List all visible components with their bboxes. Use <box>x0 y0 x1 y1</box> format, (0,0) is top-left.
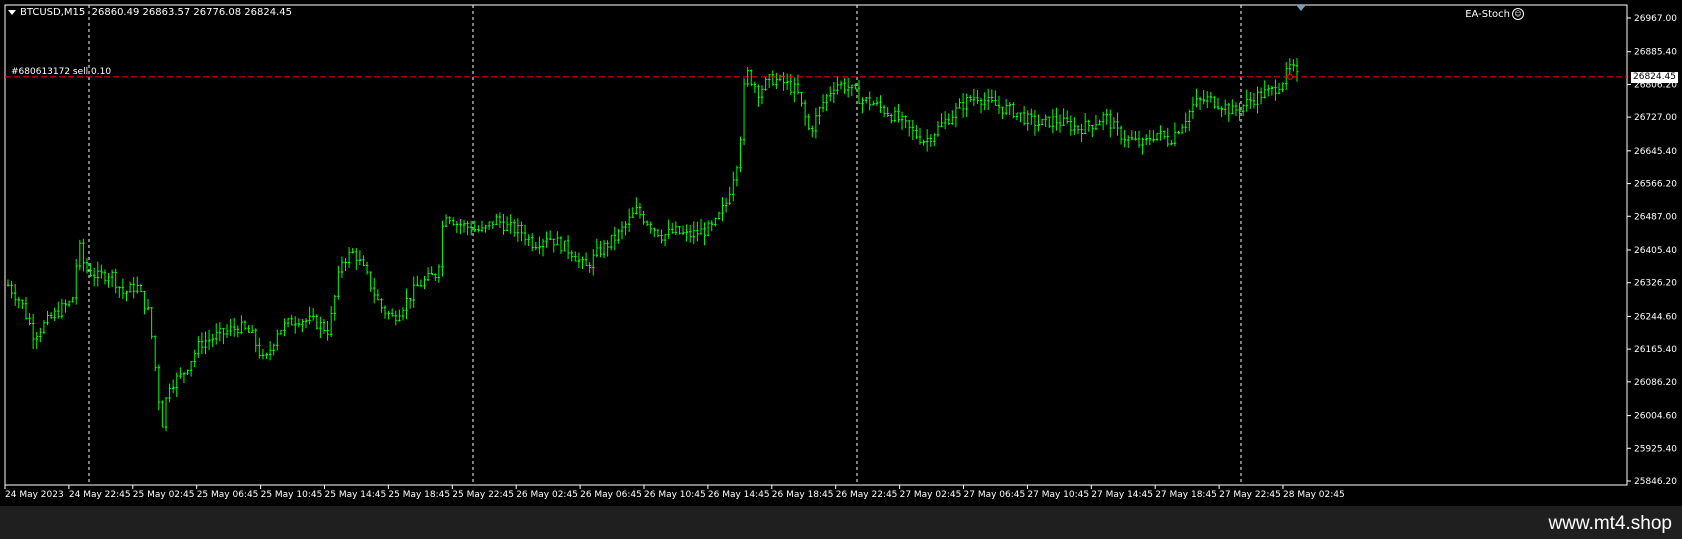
y-tick-label: 26086.20 <box>1634 378 1677 388</box>
x-tick-label: 26 May 18:45 <box>772 490 834 500</box>
x-tick-label: 28 May 02:45 <box>1283 490 1345 500</box>
price-axis: 26967.0026885.4026806.2026727.0026645.40… <box>1627 14 1677 487</box>
order-label[interactable]: #680613172 sell 0.10 <box>11 67 111 77</box>
y-tick-label: 26004.60 <box>1634 412 1677 422</box>
x-tick-label: 25 May 02:45 <box>133 490 195 500</box>
ohlc-values: 26860.49 26863.57 26776.08 26824.45 <box>91 7 293 18</box>
time-axis: 24 May 2023 24 May 22:45 25 May 02:45 25 Ma… <box>4 485 1345 500</box>
expert-name: EA-Stoch <box>1465 9 1510 20</box>
chart-window[interactable]: 26967.00 26885.40 26806.20 26727.00 26645.40… <box>0 0 1682 506</box>
smiley-icon[interactable]: ☺ <box>1512 8 1524 20</box>
y-tick-label: 26244.60 <box>1634 312 1677 322</box>
y-tick-label: 26885.40 <box>1634 48 1677 58</box>
x-tick-label: 25 May 18:45 <box>388 490 450 500</box>
x-tick-label: 27 May 02:45 <box>900 490 962 500</box>
current-price-label: 26824.45 <box>1631 72 1678 83</box>
x-tick-label: 26 May 14:45 <box>708 490 770 500</box>
x-tick-label: 27 May 22:45 <box>1219 490 1281 500</box>
x-tick-label: 26 May 10:45 <box>644 490 706 500</box>
collapse-triangle-icon[interactable] <box>8 9 16 15</box>
chart-header: BTCUSD,M15 26860.49 26863.57 26776.08 26… <box>8 7 292 18</box>
y-tick-label: 26566.20 <box>1634 180 1677 190</box>
x-tick-label: 25 May 10:45 <box>261 490 323 500</box>
y-tick-label: 26405.40 <box>1634 246 1677 256</box>
x-tick-label: 27 May 10:45 <box>1027 490 1089 500</box>
y-tick-label: 26645.40 <box>1634 147 1677 157</box>
y-tick-label: 25925.40 <box>1634 444 1677 454</box>
y-tick-label: 26487.00 <box>1634 212 1677 222</box>
y-tick-label: 26326.20 <box>1634 279 1677 289</box>
x-tick-label: 24 May 22:45 <box>69 490 131 500</box>
x-tick-label: 27 May 18:45 <box>1155 490 1217 500</box>
symbol-timeframe: BTCUSD,M15 <box>20 7 86 18</box>
x-tick-label: 24 May 2023 <box>5 490 64 500</box>
y-tick-label: 25846.20 <box>1634 477 1677 487</box>
x-tick-label: 26 May 22:45 <box>836 490 898 500</box>
x-tick-label: 27 May 06:45 <box>964 490 1026 500</box>
x-tick-label: 27 May 14:45 <box>1091 490 1153 500</box>
y-tick-label: 26967.00 <box>1634 14 1677 24</box>
price-chart[interactable]: 26967.0026885.4026806.2026727.0026645.40… <box>0 0 1682 506</box>
x-tick-label: 25 May 06:45 <box>197 490 259 500</box>
expert-advisor-label[interactable]: EA-Stoch ☺ <box>1465 8 1524 20</box>
x-tick-label: 25 May 22:45 <box>452 490 514 500</box>
y-tick-label: 26727.00 <box>1634 113 1677 123</box>
y-tick-label: 26165.40 <box>1634 345 1677 355</box>
x-tick-label: 26 May 06:45 <box>580 490 642 500</box>
footer-bar: www.mt4.shop <box>0 506 1682 539</box>
watermark: www.mt4.shop <box>1548 513 1672 534</box>
x-tick-label: 26 May 02:45 <box>516 490 578 500</box>
x-tick-label: 25 May 14:45 <box>325 490 387 500</box>
